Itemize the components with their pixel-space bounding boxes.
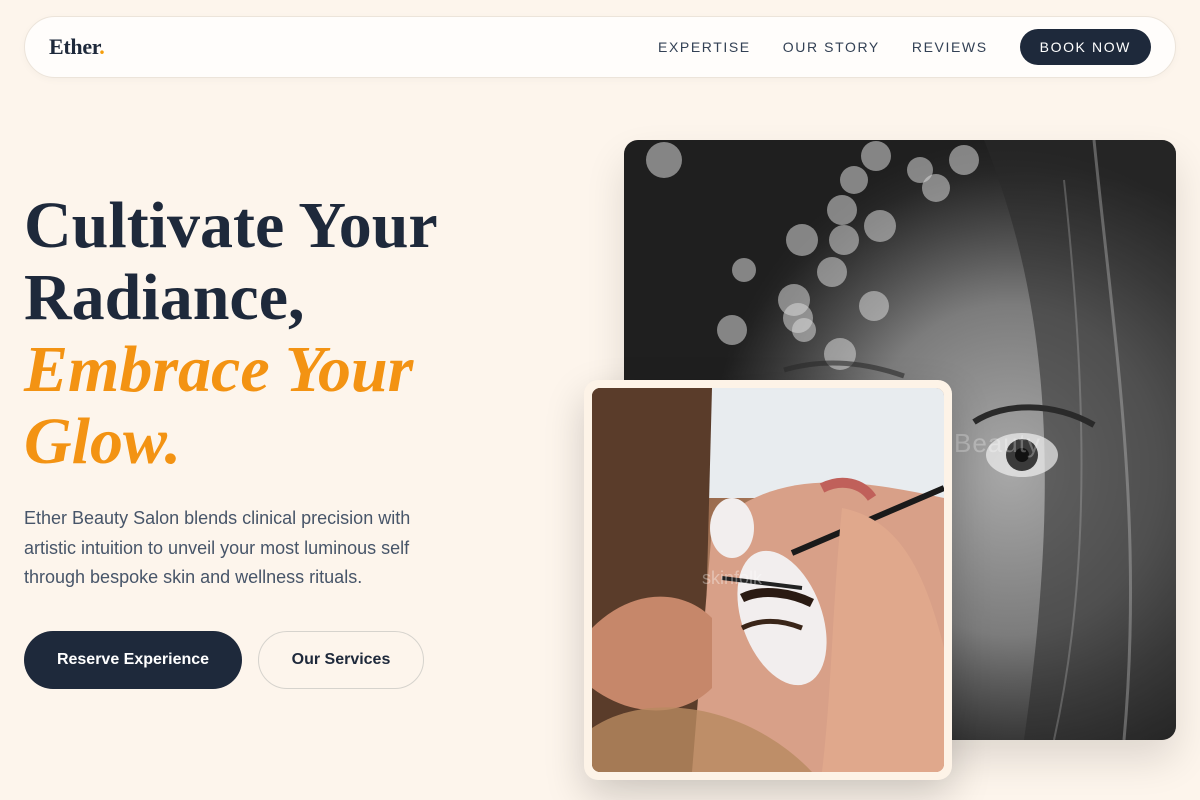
nav-link-expertise[interactable]: EXPERTISE (658, 39, 751, 55)
logo-dot: . (99, 34, 105, 59)
lash-illustration (592, 388, 944, 772)
lash-treatment-photo-card: skinfolk (584, 380, 952, 780)
lash-treatment-photo: skinfolk (592, 388, 944, 772)
hero-description: Ether Beauty Salon blends clinical preci… (24, 508, 411, 587)
hero-line-3: Embrace Your (24, 333, 414, 406)
book-now-button[interactable]: BOOK NOW (1019, 29, 1151, 65)
hero-heading: Cultivate Your Radiance, Embrace Your Gl… (24, 190, 544, 478)
hero-line-4: Glow. (24, 405, 182, 478)
our-services-button[interactable]: Our Services (258, 631, 424, 689)
hero-line-1: Cultivate Your (24, 189, 438, 262)
logo[interactable]: Ether. (49, 34, 105, 60)
nav-link-our-story[interactable]: OUR STORY (783, 39, 880, 55)
nav-links: EXPERTISE OUR STORY REVIEWS BOOK NOW (658, 29, 1151, 65)
lash-watermark: skinfolk (702, 568, 763, 588)
portrait-watermark: Beauty (954, 428, 1041, 458)
nav-link-reviews[interactable]: REVIEWS (912, 39, 988, 55)
reserve-experience-button[interactable]: Reserve Experience (24, 631, 242, 689)
top-nav: Ether. EXPERTISE OUR STORY REVIEWS BOOK … (24, 16, 1176, 78)
hero-line-2: Radiance, (24, 261, 305, 334)
